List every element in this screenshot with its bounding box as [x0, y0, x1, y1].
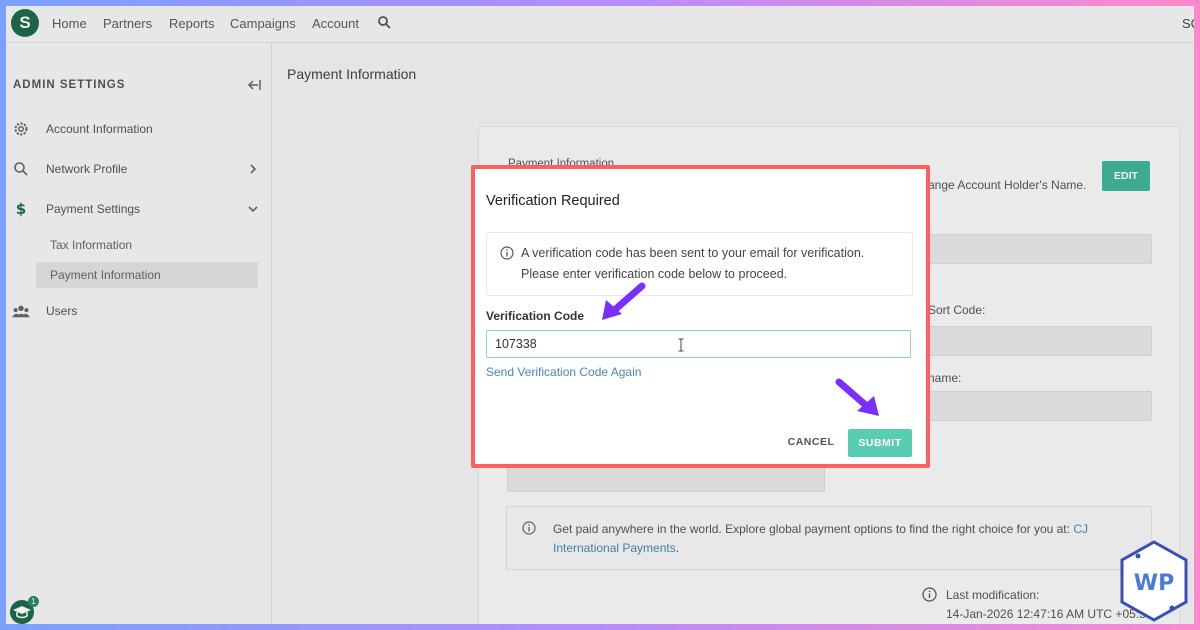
alert-line-2: Please enter verification code below to …	[521, 267, 788, 281]
dialog-title: Verification Required	[486, 193, 620, 209]
svg-text:WP: WP	[1134, 571, 1174, 596]
alert-text: A verification code has been sent to you…	[521, 243, 891, 285]
annotation-arrow-icon	[835, 378, 879, 416]
verification-code-input[interactable]	[486, 330, 911, 358]
submit-button[interactable]: SUBMIT	[848, 429, 912, 457]
cancel-button[interactable]: CANCEL	[781, 429, 841, 455]
app-screen: S Home Partners Reports Campaigns Accoun…	[6, 6, 1194, 624]
info-icon	[500, 246, 514, 260]
resend-code-link[interactable]: Send Verification Code Again	[486, 365, 641, 379]
alert-line-1: A verification code has been sent to you…	[521, 246, 865, 260]
verification-alert: A verification code has been sent to you…	[486, 232, 913, 296]
verification-code-label: Verification Code	[486, 309, 585, 323]
site-watermark-logo: WP	[1120, 540, 1188, 622]
verification-dialog: Verification Required A verification cod…	[475, 169, 926, 464]
annotation-arrow-icon	[602, 282, 646, 320]
text-cursor-icon	[678, 338, 684, 352]
